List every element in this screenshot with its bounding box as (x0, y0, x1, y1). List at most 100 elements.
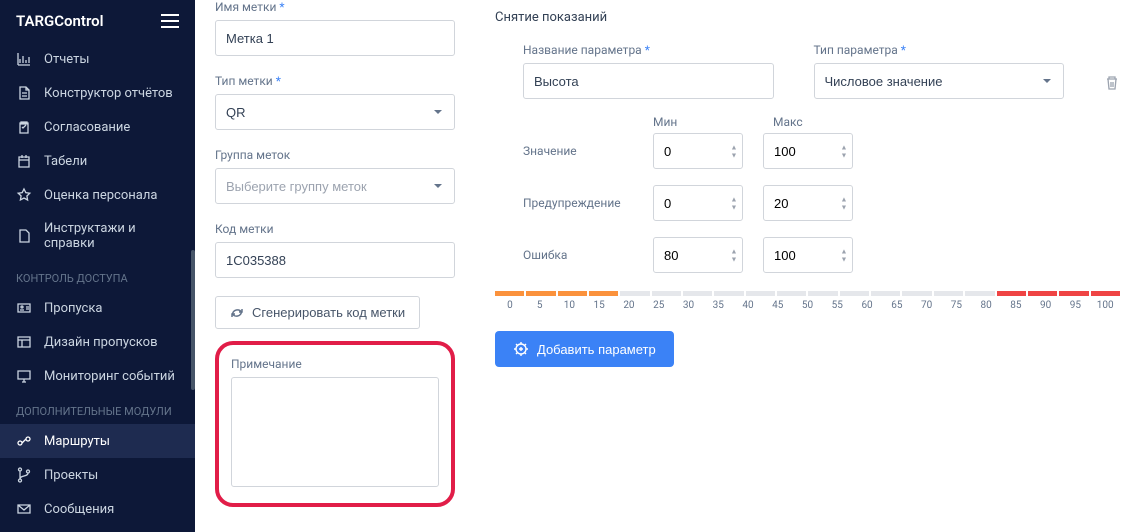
range-segment (714, 291, 743, 296)
sidebar-item-конструктор-отчётов[interactable]: Конструктор отчётов (0, 76, 195, 110)
spinner-up[interactable]: ▲ (729, 248, 739, 255)
range-tick: 90 (1031, 300, 1061, 311)
error-label: Ошибка (523, 248, 633, 262)
refresh-icon (230, 306, 244, 320)
range-tick: 35 (703, 300, 733, 311)
spinner-down[interactable]: ▼ (729, 204, 739, 211)
app-logo: TARGControl (16, 12, 104, 30)
range-tick: 65 (882, 300, 912, 311)
sidebar-header: TARGControl (0, 0, 195, 42)
range-tick: 10 (555, 300, 585, 311)
label-type-select[interactable]: QR (215, 94, 455, 130)
spinner-down[interactable]: ▼ (729, 152, 739, 159)
sidebar-item-label: Конструктор отчётов (44, 86, 173, 101)
sidebar-item-сообщения[interactable]: Сообщения (0, 492, 195, 526)
layout-icon (16, 334, 32, 350)
max-header: Макс (773, 115, 863, 129)
sidebar-item-дизайн-пропусков[interactable]: Дизайн пропусков (0, 325, 195, 359)
spinner-down[interactable]: ▼ (839, 204, 849, 211)
range-segment (902, 291, 931, 296)
sidebar-item-label: Отчеты (44, 52, 89, 67)
param-type-select[interactable]: Числовое значение (814, 63, 1065, 99)
spinner-down[interactable]: ▼ (839, 256, 849, 263)
spinner-up[interactable]: ▲ (729, 144, 739, 151)
add-param-button[interactable]: Добавить параметр (495, 331, 674, 367)
range-tick: 85 (1001, 300, 1031, 311)
star-icon (16, 187, 32, 203)
sidebar: TARGControl Отчеты Конструктор отчётов Сог… (0, 0, 195, 532)
spinner-up[interactable]: ▲ (839, 248, 849, 255)
range-tick: 50 (793, 300, 823, 311)
range-segment (1091, 291, 1120, 296)
range-tick: 95 (1061, 300, 1091, 311)
main-content: Имя метки * Тип метки * QR Группа меток … (195, 0, 1140, 532)
monitor-icon (16, 368, 32, 384)
sidebar-item-согласование[interactable]: Согласование (0, 110, 195, 144)
sidebar-item-label: Проекты (44, 468, 98, 483)
spinner-up[interactable]: ▲ (839, 144, 849, 151)
scrollbar[interactable] (191, 250, 195, 390)
sidebar-item-мониторинг-событий[interactable]: Мониторинг событий (0, 359, 195, 393)
range-tick: 100 (1090, 300, 1120, 311)
warning-label: Предупреждение (523, 196, 633, 210)
spinner-down[interactable]: ▼ (839, 152, 849, 159)
note-textarea[interactable] (231, 377, 439, 487)
range-segment (558, 291, 587, 296)
range-tick: 25 (644, 300, 674, 311)
clipboard-icon (16, 119, 32, 135)
range-segment (997, 291, 1026, 296)
plus-gear-icon (513, 341, 529, 357)
delete-param-icon[interactable] (1104, 75, 1120, 99)
param-type-label: Тип параметра * (814, 43, 1065, 57)
range-tick: 75 (941, 300, 971, 311)
range-tick: 0 (495, 300, 525, 311)
spinner-down[interactable]: ▼ (729, 256, 739, 263)
range-tick: 40 (733, 300, 763, 311)
range-tick: 70 (912, 300, 942, 311)
param-name-input[interactable] (523, 63, 774, 99)
sidebar-item-маршруты[interactable]: Маршруты (0, 424, 195, 458)
range-segment (1059, 291, 1088, 296)
sidebar-item-проекты[interactable]: Проекты (0, 458, 195, 492)
sidebar-item-отчеты[interactable]: Отчеты (0, 42, 195, 76)
mail-icon (16, 501, 32, 517)
sidebar-item-пропуска[interactable]: Пропуска (0, 291, 195, 325)
label-group-select[interactable]: Выберите группу меток (215, 168, 455, 204)
value-label: Значение (523, 144, 633, 158)
sidebar-item-label: Маршруты (44, 434, 110, 449)
sidebar-item-инструктажи-и-справки[interactable]: Инструктажи и справки (0, 212, 195, 260)
range-tick: 55 (822, 300, 852, 311)
range-segment (871, 291, 900, 296)
sidebar-section-header: КОНТРОЛЬ ДОСТУПА (0, 260, 195, 291)
min-header: Мин (653, 115, 743, 129)
range-labels: 0510152025303540455055606570758085909510… (495, 300, 1120, 311)
param-name-label: Название параметра * (523, 43, 774, 57)
spinner-up[interactable]: ▲ (839, 196, 849, 203)
sidebar-item-label: Дизайн пропусков (44, 335, 158, 350)
hamburger-icon[interactable] (161, 14, 179, 28)
readings-title: Снятие показаний (495, 10, 1120, 25)
sidebar-item-табели[interactable]: Табели (0, 144, 195, 178)
sidebar-item-label: Табели (44, 154, 87, 169)
label-type-label: Тип метки * (215, 74, 455, 88)
label-name-input[interactable] (215, 20, 455, 56)
range-segment (934, 291, 963, 296)
range-segment (652, 291, 681, 296)
sidebar-item-тмц[interactable]: ТМЦ (0, 526, 195, 532)
sidebar-section-header: ДОПОЛНИТЕЛЬНЫЕ МОДУЛИ (0, 393, 195, 424)
label-code-input[interactable] (215, 242, 455, 278)
sidebar-item-label: Инструктажи и справки (44, 221, 179, 251)
range-segment (589, 291, 618, 296)
sidebar-item-label: Пропуска (44, 301, 102, 316)
range-tick: 60 (852, 300, 882, 311)
label-group-label: Группа меток (215, 148, 455, 162)
range-bar (495, 291, 1120, 296)
spinner-up[interactable]: ▲ (729, 196, 739, 203)
range-segment (840, 291, 869, 296)
sidebar-item-оценка-персонала[interactable]: Оценка персонала (0, 178, 195, 212)
range-segment (683, 291, 712, 296)
chart-icon (16, 51, 32, 67)
route-icon (16, 433, 32, 449)
note-highlight: Примечание (215, 341, 455, 507)
generate-code-button[interactable]: Сгенерировать код метки (215, 296, 420, 329)
